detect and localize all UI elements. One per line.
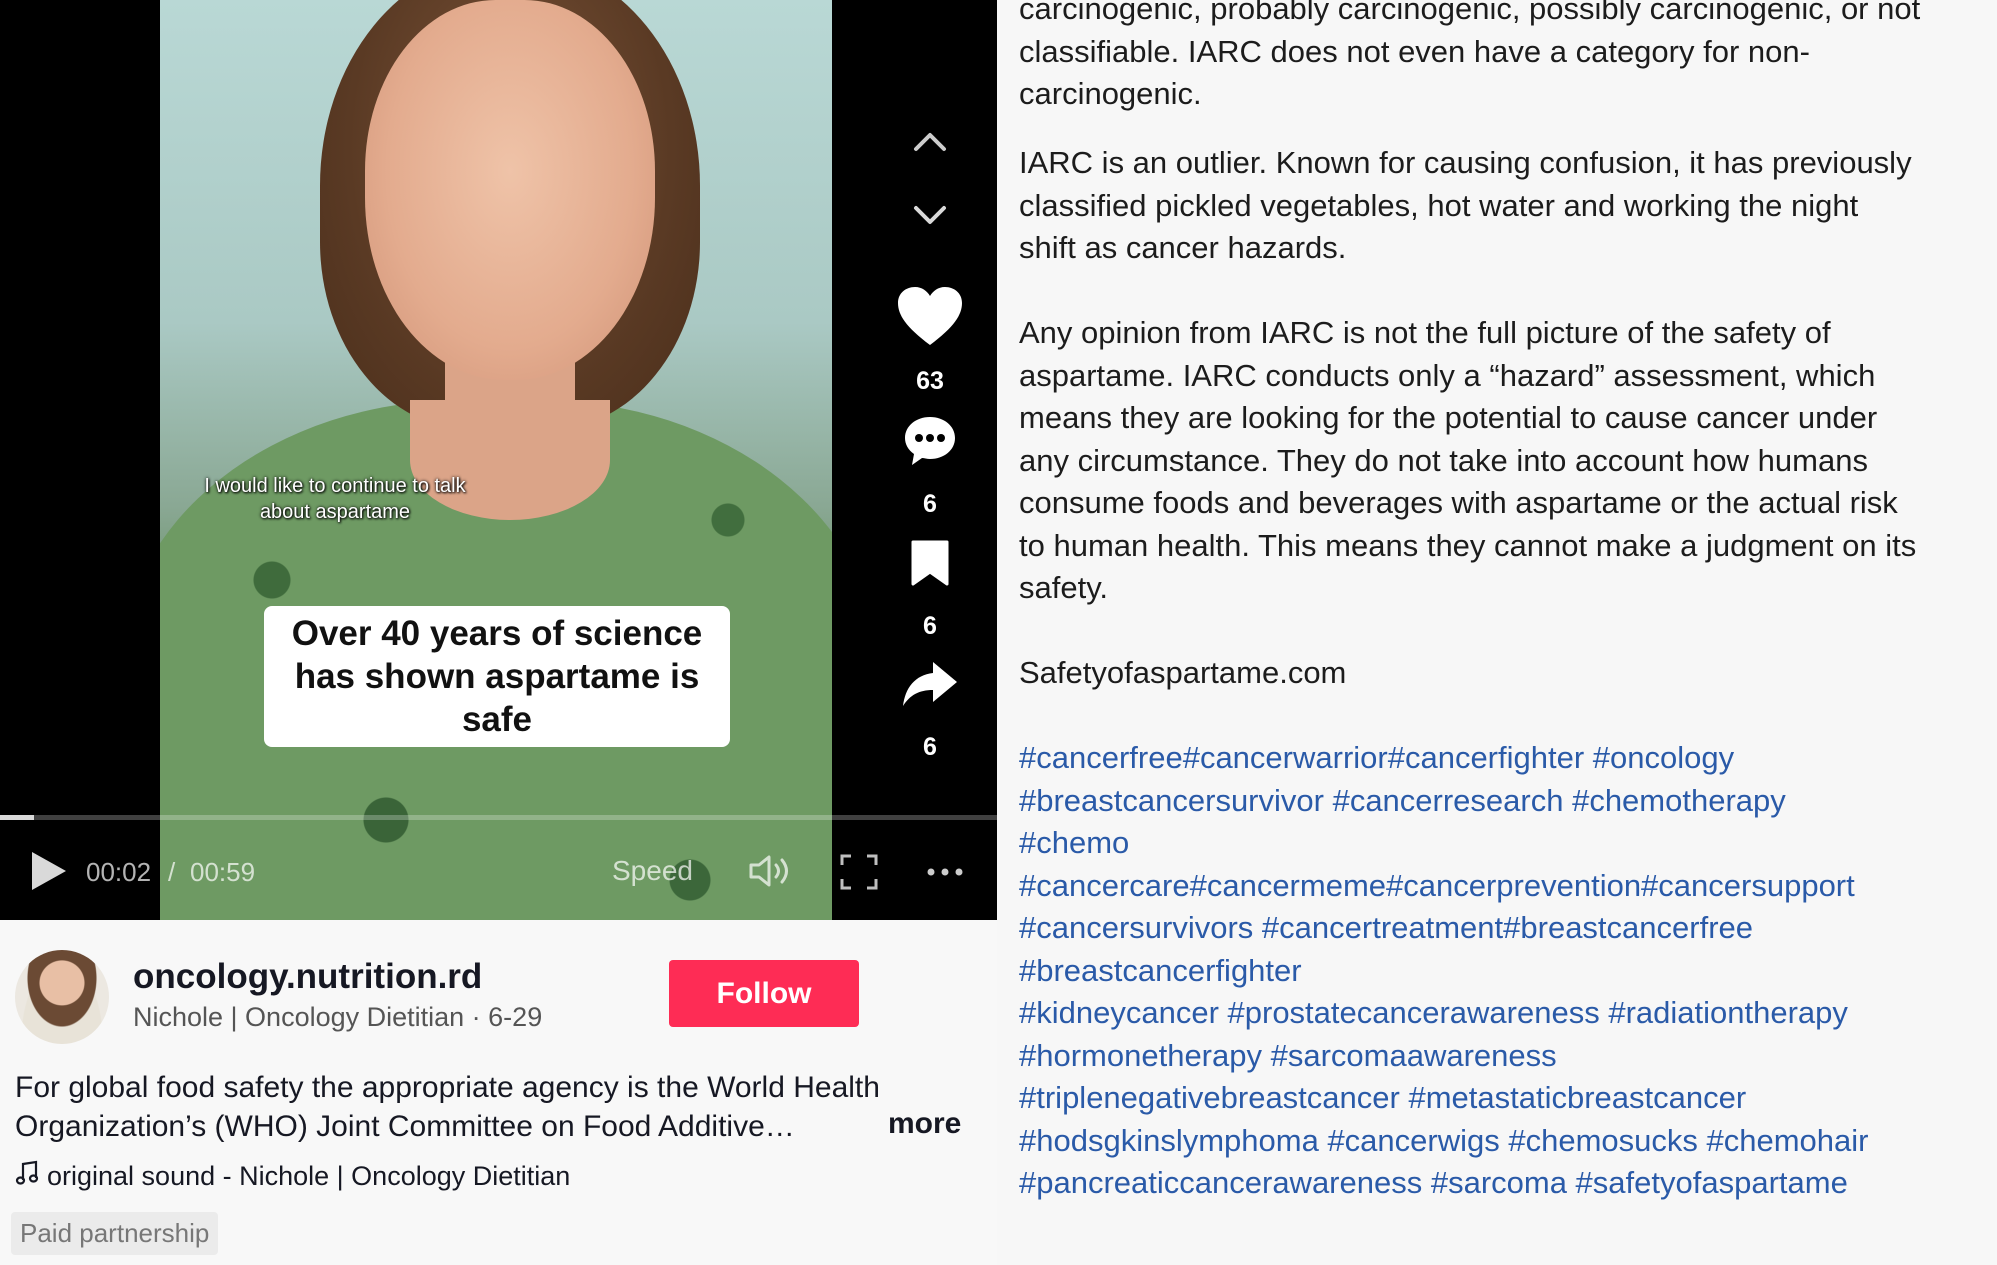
hashtag-line[interactable]: #cancerfree#cancerwarrior#cancerfighter … [1019,737,1994,780]
hashtag-line[interactable]: #chemo [1019,822,1994,865]
bookmark-count: 6 [923,612,937,640]
like-count: 63 [916,367,944,395]
description-line-2: Organization’s (WHO) Joint Committee on … [15,1110,795,1143]
progress-bar[interactable] [0,815,997,820]
hashtag-line[interactable]: #pancreaticcancerawareness #sarcoma #saf… [1019,1162,1994,1205]
text-line: classified pickled vegetables, hot water… [1019,187,1859,223]
caption-line-1: Over 40 years of science [291,614,703,653]
video-caption-small: I would like to continue to talk about a… [204,475,466,523]
paid-partnership-badge: Paid partnership [11,1212,219,1255]
time-total: 00:59 [190,857,256,887]
music-label: original sound - Nichole | Oncology Diet… [47,1161,571,1191]
text-line: carcinogenic, probably carcinogenic, pos… [1019,0,1921,26]
video-player[interactable]: I would like to continue to talk about a… [0,0,997,920]
more-link[interactable]: more [888,1107,961,1141]
hashtag-line[interactable]: #cancercare#cancermeme#cancerprevention#… [1019,865,1994,908]
description-line-1: For global food safety the appropriate a… [15,1071,880,1104]
hashtag-line[interactable]: #triplenegativebreastcancer #metastaticb… [1019,1077,1994,1120]
username[interactable]: oncology.nutrition.rd [133,957,482,997]
video-caption-main: Over 40 years of science has shown aspar… [264,606,730,747]
fullscreen-icon[interactable] [840,854,878,890]
follow-button[interactable]: Follow [669,960,859,1027]
hashtag-line[interactable]: #breastcancersurvivor #cancerresearch #c… [1019,780,1994,823]
article-panel: carcinogenic, probably carcinogenic, pos… [997,0,1997,1265]
text-line: carcinogenic. [1019,76,1202,111]
text-line: safety. [1019,570,1109,605]
share-icon[interactable] [895,660,965,708]
hashtag-line[interactable]: #hodsgkinslymphoma #cancerwigs #chemosuc… [1019,1120,1994,1163]
hashtag-line[interactable]: #cancersurvivors #cancertreatment#breast… [1019,907,1994,950]
video-person-face [365,0,655,380]
caption-line-2: has shown aspartame is [294,657,700,696]
arrow-down-icon[interactable] [895,205,965,227]
play-icon[interactable] [32,852,66,890]
text-line: classifiable. IARC does not even have a … [1019,33,1810,69]
hashtag-line[interactable]: #kidneycancer #prostatecancerawareness #… [1019,992,1994,1035]
paragraph-1: carcinogenic, probably carcinogenic, pos… [1019,0,1989,116]
comment-count: 6 [923,490,937,518]
time-current: 00:02 [86,857,152,887]
text-line: Any opinion from IARC is not the full pi… [1019,315,1831,350]
text-line: any circumstance. They do not take into … [1019,442,1868,478]
arrow-up-icon[interactable] [895,130,965,152]
more-icon[interactable] [924,854,966,890]
time-separator: / [168,857,176,887]
text-line: shift as cancer hazards. [1019,230,1347,265]
volume-icon[interactable] [748,854,796,888]
caption-line-3: safe [461,700,533,739]
hashtag-line[interactable]: #hormonetherapy #sarcomaawareness [1019,1035,1994,1078]
paragraph-3: Any opinion from IARC is not the full pi… [1019,312,1989,610]
user-subtitle: Nichole | Oncology Dietitian · 6-29 [133,1002,543,1032]
share-count: 6 [923,733,937,761]
heart-icon[interactable] [895,285,965,347]
progress-fill [0,815,34,820]
text-line: means they are looking for the potential… [1019,400,1878,435]
video-frame[interactable] [160,0,832,920]
music-row[interactable]: original sound - Nichole | Oncology Diet… [15,1160,570,1193]
avatar[interactable] [15,950,109,1044]
text-line: to human health. This means they cannot … [1019,527,1917,563]
speed-button[interactable]: Speed [612,855,693,887]
hashtag-line[interactable]: #breastcancerfighter [1019,950,1994,993]
post-description: For global food safety the appropriate a… [15,1068,970,1146]
player-controls: 00:02 / 00:59 Speed [0,840,997,900]
post-info-panel: oncology.nutrition.rd Nichole | Oncology… [0,920,997,1265]
hashtag-block: #cancerfree#cancerwarrior#cancerfighter … [1019,737,1994,1205]
text-line: consume foods and beverages with asparta… [1019,485,1898,520]
comment-icon[interactable] [895,415,965,467]
paragraph-2: IARC is an outlier. Known for causing co… [1019,142,1989,270]
text-line: IARC is an outlier. Known for causing co… [1019,145,1912,180]
text-line: aspartame. IARC conducts only a “hazard”… [1019,357,1876,393]
music-note-icon [15,1160,39,1193]
website-text: Safetyofaspartame.com [1019,655,1347,690]
bookmark-icon[interactable] [895,540,965,586]
